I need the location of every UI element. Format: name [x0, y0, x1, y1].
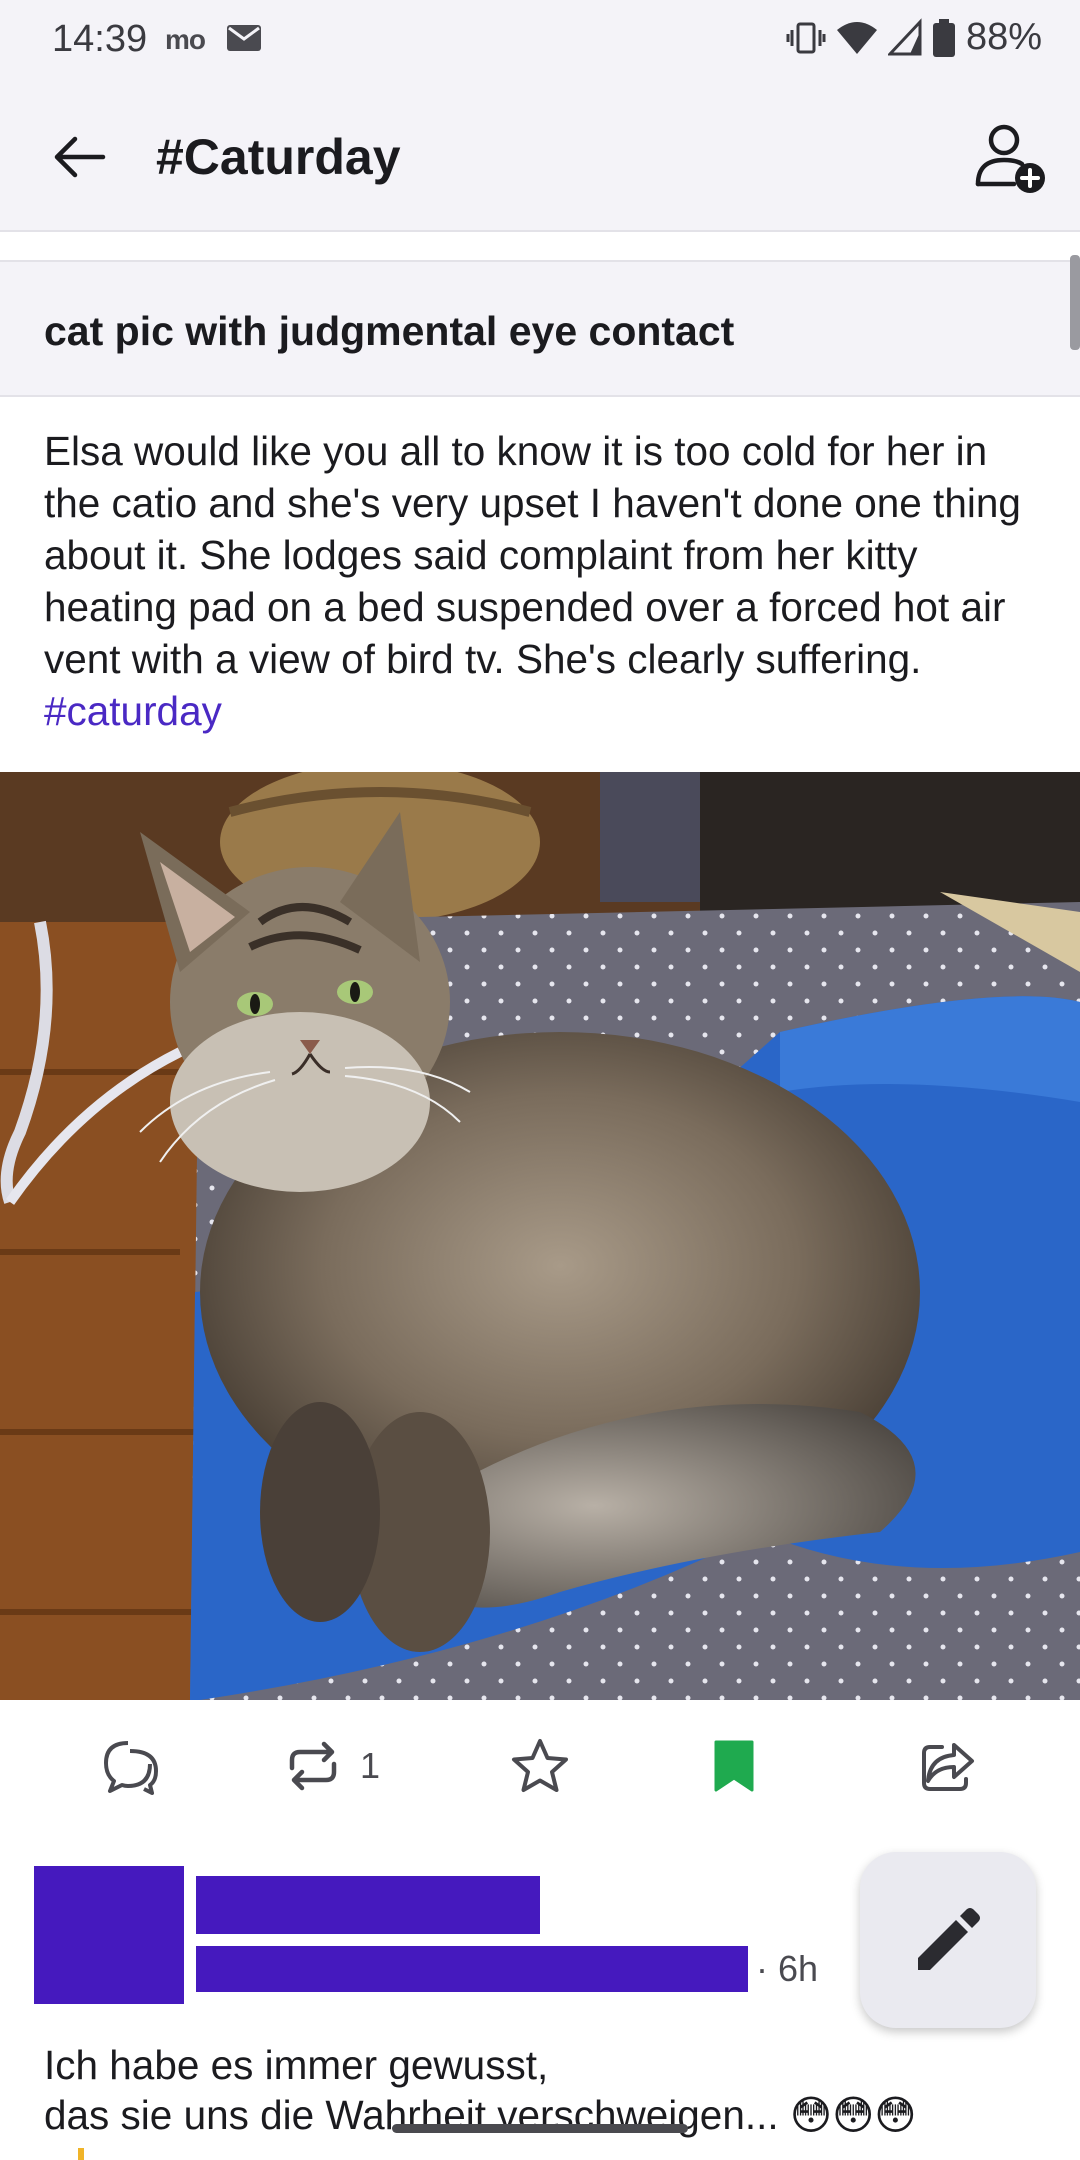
carrier-badge: mo — [165, 24, 206, 55]
status-time: 14:39 — [52, 18, 148, 60]
favourite-star-icon — [512, 1739, 568, 1792]
app-bar: #Caturday — [0, 78, 1080, 232]
favourite-button[interactable] — [510, 1736, 570, 1796]
follow-user-icon[interactable] — [974, 120, 1050, 196]
scrollbar-thumb[interactable] — [1070, 255, 1080, 350]
content-warning-toggle[interactable]: cat pic with judgmental eye contact — [0, 260, 1080, 397]
post-image[interactable] — [0, 772, 1080, 1700]
back-button[interactable] — [44, 122, 114, 192]
share-button[interactable] — [920, 1736, 978, 1796]
back-arrow-icon — [54, 136, 106, 178]
reply-text-line-1: Ich habe es immer gewusst, — [44, 2042, 549, 2088]
pencil-icon — [918, 1908, 980, 1970]
content-warning-text: cat pic with judgmental eye contact — [44, 308, 735, 354]
reply-icon — [104, 1741, 158, 1795]
boost-button[interactable]: 1 — [284, 1736, 380, 1796]
mail-notification-icon — [227, 25, 261, 51]
avatar-redacted[interactable] — [34, 1866, 184, 2004]
cat-photo — [0, 772, 1080, 1700]
post-text: Elsa would like you all to know it is to… — [44, 428, 1021, 682]
battery-percent: 88% — [965, 16, 1042, 58]
status-indicators: 88% — [786, 16, 1042, 59]
username-redacted — [196, 1946, 748, 1992]
post-body: Elsa would like you all to know it is to… — [44, 425, 1044, 737]
boost-icon — [289, 1741, 337, 1791]
page-title: #Caturday — [156, 129, 401, 185]
post-actions: 1 — [0, 1700, 1080, 1830]
content-gap — [0, 232, 1080, 260]
battery-icon — [932, 18, 955, 57]
reply-timestamp: · 6h — [756, 1948, 819, 1989]
display-name-redacted — [196, 1876, 540, 1934]
boost-count: 1 — [360, 1745, 381, 1786]
home-indicator[interactable] — [392, 2124, 688, 2133]
reply-marker — [78, 2148, 84, 2160]
bookmark-button[interactable] — [712, 1736, 756, 1796]
vibrate-icon — [786, 22, 826, 53]
bookmark-icon — [714, 1740, 754, 1792]
share-icon — [922, 1743, 974, 1791]
compose-button[interactable] — [860, 1852, 1036, 2028]
status-bar: 14:39 mo 88% — [0, 0, 1080, 78]
wifi-icon — [836, 21, 877, 54]
hashtag-link[interactable]: #caturday — [44, 688, 222, 734]
reply-button[interactable] — [100, 1736, 162, 1796]
signal-icon — [887, 17, 922, 55]
